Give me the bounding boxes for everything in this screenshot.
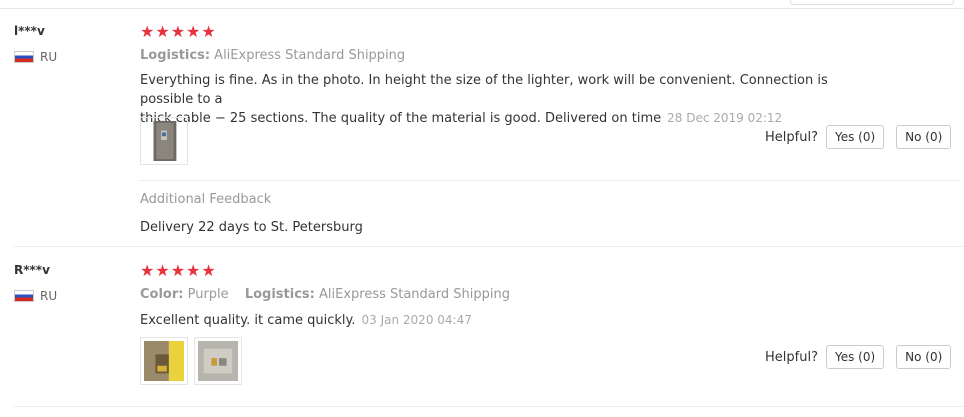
review-photos bbox=[140, 117, 188, 165]
helpful-no-button[interactable]: No (0) bbox=[896, 345, 952, 369]
logistics-label: Logistics: bbox=[140, 48, 211, 63]
additional-feedback-title: Additional Feedback bbox=[140, 192, 272, 207]
logistics-value: AliExpress Standard Shipping bbox=[214, 48, 406, 63]
reviewer-name: R***v bbox=[14, 263, 50, 277]
review-meta: Color: Purple Logistics: AliExpress Stan… bbox=[140, 287, 510, 302]
review-photo-thumbnail[interactable] bbox=[194, 337, 242, 385]
helpful-yes-button[interactable]: Yes (0) bbox=[825, 345, 885, 369]
review-text-line: Excellent quality. it came quickly. bbox=[140, 313, 356, 328]
product-photo-icon bbox=[144, 341, 184, 381]
reviewer-country: RU bbox=[14, 289, 57, 303]
helpful-label: Helpful? bbox=[765, 349, 818, 365]
country-code: RU bbox=[40, 289, 58, 303]
country-code: RU bbox=[40, 50, 58, 64]
logistics-value: AliExpress Standard Shipping bbox=[318, 287, 510, 302]
review-text: Everything is fine. As in the photo. In … bbox=[140, 71, 870, 128]
product-photo-icon bbox=[153, 121, 177, 161]
color-label: Color: bbox=[140, 287, 184, 302]
review-date: 03 Jan 2020 04:47 bbox=[361, 313, 472, 327]
helpful-yes-button[interactable]: Yes (0) bbox=[825, 125, 885, 149]
review-date: 28 Dec 2019 02:12 bbox=[667, 111, 783, 125]
rating-stars: ★★★★★ bbox=[140, 22, 217, 41]
product-photo-icon bbox=[198, 341, 238, 381]
review-photo-thumbnail[interactable] bbox=[140, 337, 188, 385]
review-text-line: thick cable − 25 sections. The quality o… bbox=[140, 111, 662, 126]
review-text: Excellent quality. it came quickly. 03 Ja… bbox=[140, 311, 870, 330]
review-item: R***v RU ★★★★★ Color: Purple Logistics: … bbox=[0, 246, 964, 417]
helpful-label: Helpful? bbox=[765, 129, 818, 145]
review-meta: Logistics: AliExpress Standard Shipping bbox=[140, 48, 405, 63]
review-item: l***v RU ★★★★★ Logistics: AliExpress Sta… bbox=[0, 0, 964, 246]
feedback-divider bbox=[140, 180, 960, 181]
helpful-no-button[interactable]: No (0) bbox=[896, 125, 952, 149]
logistics-label: Logistics: bbox=[244, 287, 315, 302]
color-value: Purple bbox=[187, 287, 229, 302]
helpful-controls: Helpful? Yes (0) No (0) bbox=[765, 125, 952, 149]
russia-flag-icon bbox=[14, 290, 34, 302]
reviewer-country: RU bbox=[14, 50, 57, 64]
russia-flag-icon bbox=[14, 51, 34, 63]
helpful-controls: Helpful? Yes (0) No (0) bbox=[765, 345, 952, 369]
additional-feedback-text: Delivery 22 days to St. Petersburg bbox=[140, 220, 363, 235]
review-photos bbox=[140, 337, 242, 385]
rating-stars: ★★★★★ bbox=[140, 261, 217, 280]
review-divider bbox=[14, 406, 964, 407]
review-text-line: Everything is fine. As in the photo. In … bbox=[140, 73, 828, 107]
reviewer-name: l***v bbox=[14, 24, 45, 38]
review-photo-thumbnail[interactable] bbox=[140, 117, 188, 165]
